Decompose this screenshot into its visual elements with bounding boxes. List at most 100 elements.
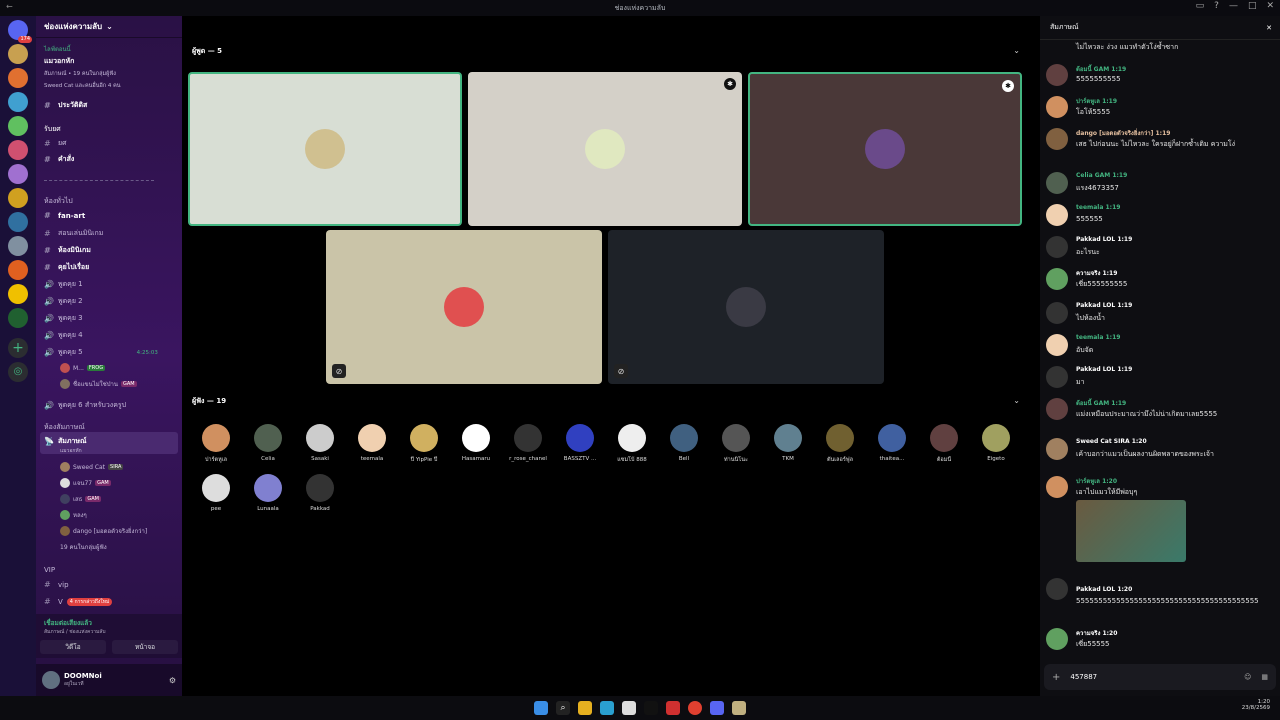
server-icon[interactable] [8,308,28,328]
avatar[interactable] [1046,334,1068,356]
voice-talk3[interactable]: 🔊 พูดคุย 3 [44,313,83,324]
maximize-button[interactable]: □ [1248,1,1257,11]
stage-audience-count[interactable]: 19 คนในกลุ่มผู้ฟัง [60,542,107,552]
audience-member[interactable]: teemala [346,424,398,462]
server-icon[interactable] [8,164,28,184]
server-icon[interactable] [8,68,28,88]
speaker-tile[interactable]: ⊘ [326,230,602,384]
store-icon[interactable] [622,701,636,715]
channel-chat[interactable]: # คุยไปเรื่อย [44,262,89,273]
plus-icon[interactable]: + [1052,672,1060,683]
audience-member[interactable]: pee [190,474,242,512]
edge-icon[interactable] [600,701,614,715]
stage-user[interactable]: dango [มอดอตัวจริงยิ่งกว่า] [60,526,147,536]
avatar[interactable] [1046,204,1068,226]
clock[interactable]: 1:20 23/8/2569 [1242,699,1270,711]
file-explorer-icon[interactable] [578,701,592,715]
apps-icon[interactable]: ▦ [1261,673,1268,681]
voice-talk4[interactable]: 🔊 พูดคุย 4 [44,330,83,341]
voice-user[interactable]: M... FROG [60,363,106,373]
chrome-icon[interactable] [688,701,702,715]
avatar[interactable] [1046,96,1068,118]
stage-channel[interactable]: 📡 สัมภาษณ์ [44,436,87,447]
server-header[interactable]: ช่องแห่งความลับ ⌄ [36,16,182,38]
emoji-icon[interactable]: ☺ [1244,673,1251,681]
stage-user[interactable]: เสธ GAM [60,494,101,504]
audience-member[interactable]: แซมโบ้ 888 [606,424,658,464]
category-rules[interactable]: รับยศ [44,124,61,135]
avatar[interactable] [1046,438,1068,460]
chevron-down-icon[interactable]: ⌄ [1013,396,1020,405]
author-name[interactable]: ต้อมนี้ GAM 1:19 [1076,64,1126,74]
audience-member[interactable]: Lunaala [242,474,294,512]
app-icon[interactable] [732,701,746,715]
avatar[interactable] [1046,366,1068,388]
avatar[interactable] [1046,578,1068,600]
author-name[interactable]: teemala 1:19 [1076,334,1120,341]
channel-vip[interactable]: # vip [44,580,69,589]
audience-member[interactable]: Bell [658,424,710,462]
category-vip[interactable]: VIP [44,566,55,574]
audience-member[interactable]: BASSZTV ... [554,424,606,462]
avatar[interactable] [1046,628,1068,650]
audience-member[interactable]: ปี YipPie ปี [398,424,450,464]
author-name[interactable]: Pakkad LOL 1:20 [1076,586,1132,593]
channel-history[interactable]: # ประวัติดิส [44,100,87,111]
avatar[interactable] [1046,128,1068,150]
discover-icon[interactable]: ◎ [8,362,28,382]
help-icon[interactable]: ? [1214,1,1219,11]
close-button[interactable]: ✕ [1266,1,1274,11]
audience-member[interactable]: thaitea... [866,424,918,462]
speaker-tile[interactable] [188,72,462,226]
avatar[interactable] [1046,476,1068,498]
audience-member[interactable]: Pakkad [294,474,346,512]
channel-minigame[interactable]: # ห้องมินิเกม [44,245,91,256]
category-general[interactable]: ห้องทั่วไป [44,196,73,207]
author-name[interactable]: ต้อมนี้ GAM 1:19 [1076,398,1126,408]
audience-member[interactable]: Sasaki [294,424,346,462]
speaker-tile[interactable]: ⊘ [608,230,884,384]
author-name[interactable]: ความจริง 1:20 [1076,628,1117,638]
back-icon[interactable]: ← [6,2,13,11]
author-name[interactable]: ปาร์ตหูเล 1:20 [1076,476,1117,486]
server-icon[interactable] [8,236,28,256]
avatar[interactable] [1046,302,1068,324]
server-icon[interactable] [8,92,28,112]
server-icon[interactable] [8,212,28,232]
chevron-down-icon[interactable]: ⌄ [1013,46,1020,55]
event-title[interactable]: แมวอกหัก [44,56,74,67]
audience-member[interactable]: Eigeto [970,424,1022,462]
avatar[interactable] [1046,64,1068,86]
avatar[interactable] [1046,268,1068,290]
server-icon[interactable] [8,188,28,208]
add-server-icon[interactable]: + [8,338,28,358]
channel-play[interactable]: # สอนเล่นมินิเกม [44,228,103,239]
speaker-tile[interactable]: ✱ [468,72,742,226]
inbox-icon[interactable]: ▭ [1196,1,1205,11]
video-button[interactable]: วิดีโอ [40,640,106,654]
audience-member[interactable]: Hasamaru [450,424,502,462]
author-name[interactable]: teemala 1:19 [1076,204,1120,211]
voice-talk1[interactable]: 🔊 พูดคุย 1 [44,279,83,290]
voice-talk2[interactable]: 🔊 พูดคุย 2 [44,296,83,307]
close-icon[interactable]: ✕ [1266,24,1272,32]
screen-share-button[interactable]: หน้าจอ [112,640,178,654]
server-icon[interactable] [8,44,28,64]
author-name[interactable]: ปาร์ตหูเล 1:19 [1076,96,1117,106]
audience-header[interactable]: ผู้ฟัง — 19 [192,396,226,407]
image-attachment[interactable] [1076,500,1186,562]
avatar[interactable] [42,671,60,689]
author-name[interactable]: ความจริง 1:19 [1076,268,1117,278]
audience-member[interactable]: ตันเลอร์ฟูล [814,424,866,464]
stage-user[interactable]: Sweed Cat SIRA [60,462,124,472]
message-input-value[interactable]: 457887 [1070,673,1097,681]
voice-user[interactable]: ชื่อแขนไม่ใช่ป่าน GAM [60,379,137,389]
audience-member[interactable]: ปาร์ตหูเล [190,424,242,464]
author-name[interactable]: Pakkad LOL 1:19 [1076,236,1132,243]
discord-icon[interactable] [710,701,724,715]
avatar[interactable] [1046,236,1068,258]
minimize-button[interactable]: — [1229,1,1238,11]
tiktok-icon[interactable] [644,701,658,715]
channel-yos[interactable]: # ยศ [44,138,67,149]
audience-member[interactable]: ท่านนิโนะ [710,424,762,464]
